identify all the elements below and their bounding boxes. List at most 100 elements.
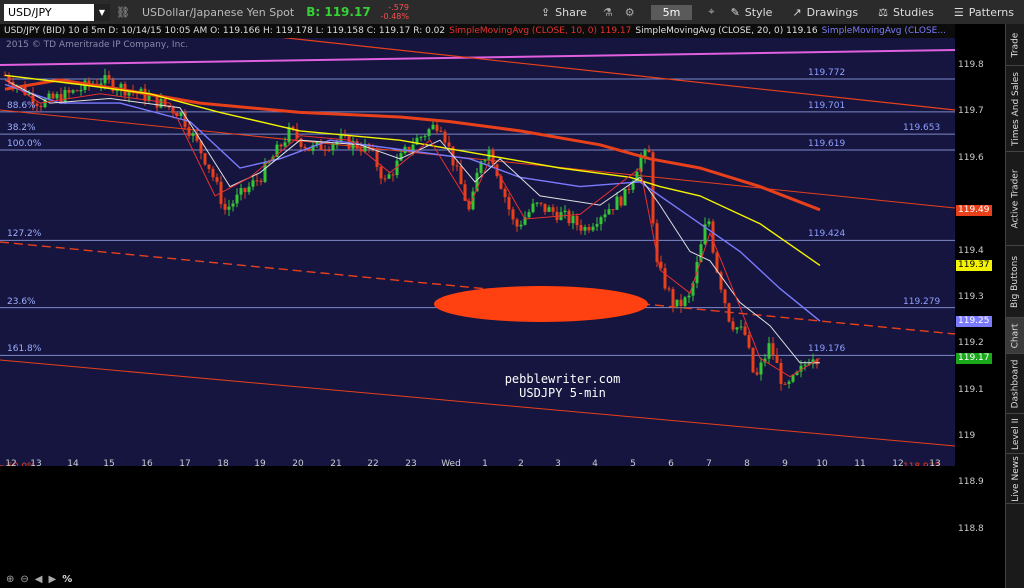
candle-down [75,90,79,92]
candle-down [51,93,55,99]
candle-down [627,188,631,190]
highlight-ellipse [434,286,648,322]
share-icon: ⇪ [540,5,551,19]
candle-down [67,90,71,93]
scroll-left-icon[interactable]: ◀ [35,574,43,585]
candle-up [591,226,595,231]
zoom-in-icon[interactable]: ⊕ [6,574,14,585]
candle-down [455,165,459,167]
fib-level-price: 119.772 [808,67,846,78]
time-axis-label: 23 [405,459,417,469]
candle-up [483,160,487,162]
candle-down [59,94,63,103]
candle-up [759,362,763,375]
scroll-right-icon[interactable]: ▶ [48,574,56,585]
share-button[interactable]: ⇪ Share [541,6,587,19]
flask-icon[interactable]: ⚗ [603,6,613,19]
candle-down [107,75,111,80]
price-chart[interactable]: 2015 © TD Ameritrade IP Company, Inc. 11… [0,38,955,466]
candle-down [279,144,283,147]
price-axis-tick: 118.9 [958,477,984,488]
side-tab-level-ii[interactable]: Level II [1006,414,1024,454]
candle-down [383,178,387,180]
sma100-line [4,74,821,266]
candle-down [215,177,219,182]
candle-up [563,210,567,213]
time-axis-label: 12 [892,459,904,469]
candle-up [683,297,687,307]
sma50-legend[interactable]: SimpleMovingAvg (CLOSE... [822,26,946,36]
symbol-value: USD/JPY [8,5,52,19]
side-tab-active-trader[interactable]: Active Trader [1006,152,1024,246]
candle-up [179,112,183,117]
watermark-line1: pebblewriter.com [504,372,621,386]
candle-down [379,166,383,179]
orange-dashed-trendline [0,241,955,335]
candle-up [787,381,791,384]
time-axis[interactable]: 12 13 14 15 16 17 18 19 20 21 22 23 Wed 1 2 3 4 5 6 7 8 9 10 11… [0,459,955,571]
link-icon[interactable]: ⛓ [116,6,130,19]
candle-up [739,326,743,328]
side-tab-chart[interactable]: Chart [1006,318,1024,354]
side-tab-trade[interactable]: Trade [1006,24,1024,66]
sma50-line [4,83,821,322]
price-axis[interactable]: 119.8 119.7 119.6 119.4 119.3 119.2 119.1 119 11… [955,24,1005,571]
time-axis-label: 12 [5,459,17,469]
fib-level-price: 119.619 [808,138,846,149]
candle-down [587,227,591,231]
timeframe-button[interactable]: 5m [650,4,693,20]
gear-icon[interactable]: ⚙ [625,6,635,19]
fib-level-price: 119.176 [808,344,846,355]
patterns-icon: ☰ [953,5,964,19]
candle-up [399,153,403,161]
candle-down [407,146,411,150]
percent-scale-icon[interactable]: % [62,574,72,585]
fib-level-percent: 161.8% [7,344,42,355]
drawings-button[interactable]: ↗ Drawings [792,6,858,19]
sma20-legend[interactable]: SimpleMovingAvg (CLOSE, 20, 0) 119.16 [635,26,817,36]
side-tab-label: Level II [1010,417,1021,450]
studies-button[interactable]: ⚖ Studies [878,6,934,19]
price-tag: 119.17 [956,353,992,365]
candle-up [247,186,251,193]
crosshair-icon[interactable]: ⌖ [708,5,714,19]
candle-up [431,124,435,130]
time-axis-label: 18 [217,459,229,469]
patterns-button[interactable]: ☰ Patterns [954,6,1014,19]
fib-level-price: 119.653 [903,123,941,134]
candle-up [283,142,287,147]
candle-down [723,289,727,304]
candle-down [611,209,615,211]
symbol-input[interactable]: USD/JPY ▼ [4,3,110,21]
watermark-line2: USDJPY 5-min [519,386,606,400]
candle-down [259,180,263,182]
side-tab-label: Dashboard [1010,359,1021,408]
price-tag: 119.25 [956,316,992,328]
candle-up [63,90,67,103]
candle-up [231,203,235,207]
side-tab-dashboard[interactable]: Dashboard [1006,354,1024,414]
fib-level-price: 119.701 [808,100,846,111]
candle-down [187,127,191,136]
candle-down [207,164,211,169]
side-tab-big-buttons[interactable]: Big Buttons [1006,246,1024,318]
candle-down [747,334,751,348]
side-tab-times-and-sales[interactable]: Times And Sales [1006,66,1024,152]
symbol-description: USDollar/Japanese Yen Spot [141,5,295,19]
fib-level-percent: 100.0% [7,138,42,149]
sma10-legend[interactable]: SimpleMovingAvg (CLOSE, 10, 0) 119.17 [449,26,631,36]
side-tab-live-news[interactable]: Live News [1006,454,1024,504]
share-label: Share [555,5,587,19]
time-axis-label: 9 [782,459,788,469]
candle-down [751,347,755,373]
zoom-out-icon[interactable]: ⊖ [20,574,28,585]
candle-up [615,196,619,210]
style-button[interactable]: ✎ Style [731,6,773,19]
candle-up [531,203,535,213]
chevron-down-icon[interactable]: ▼ [94,3,110,21]
time-axis-label: 14 [67,459,79,469]
price-axis-tick: 119.1 [958,384,984,395]
candle-up [599,217,603,225]
candle-down [771,343,775,355]
fib-level-percent: 38.2% [7,123,36,134]
